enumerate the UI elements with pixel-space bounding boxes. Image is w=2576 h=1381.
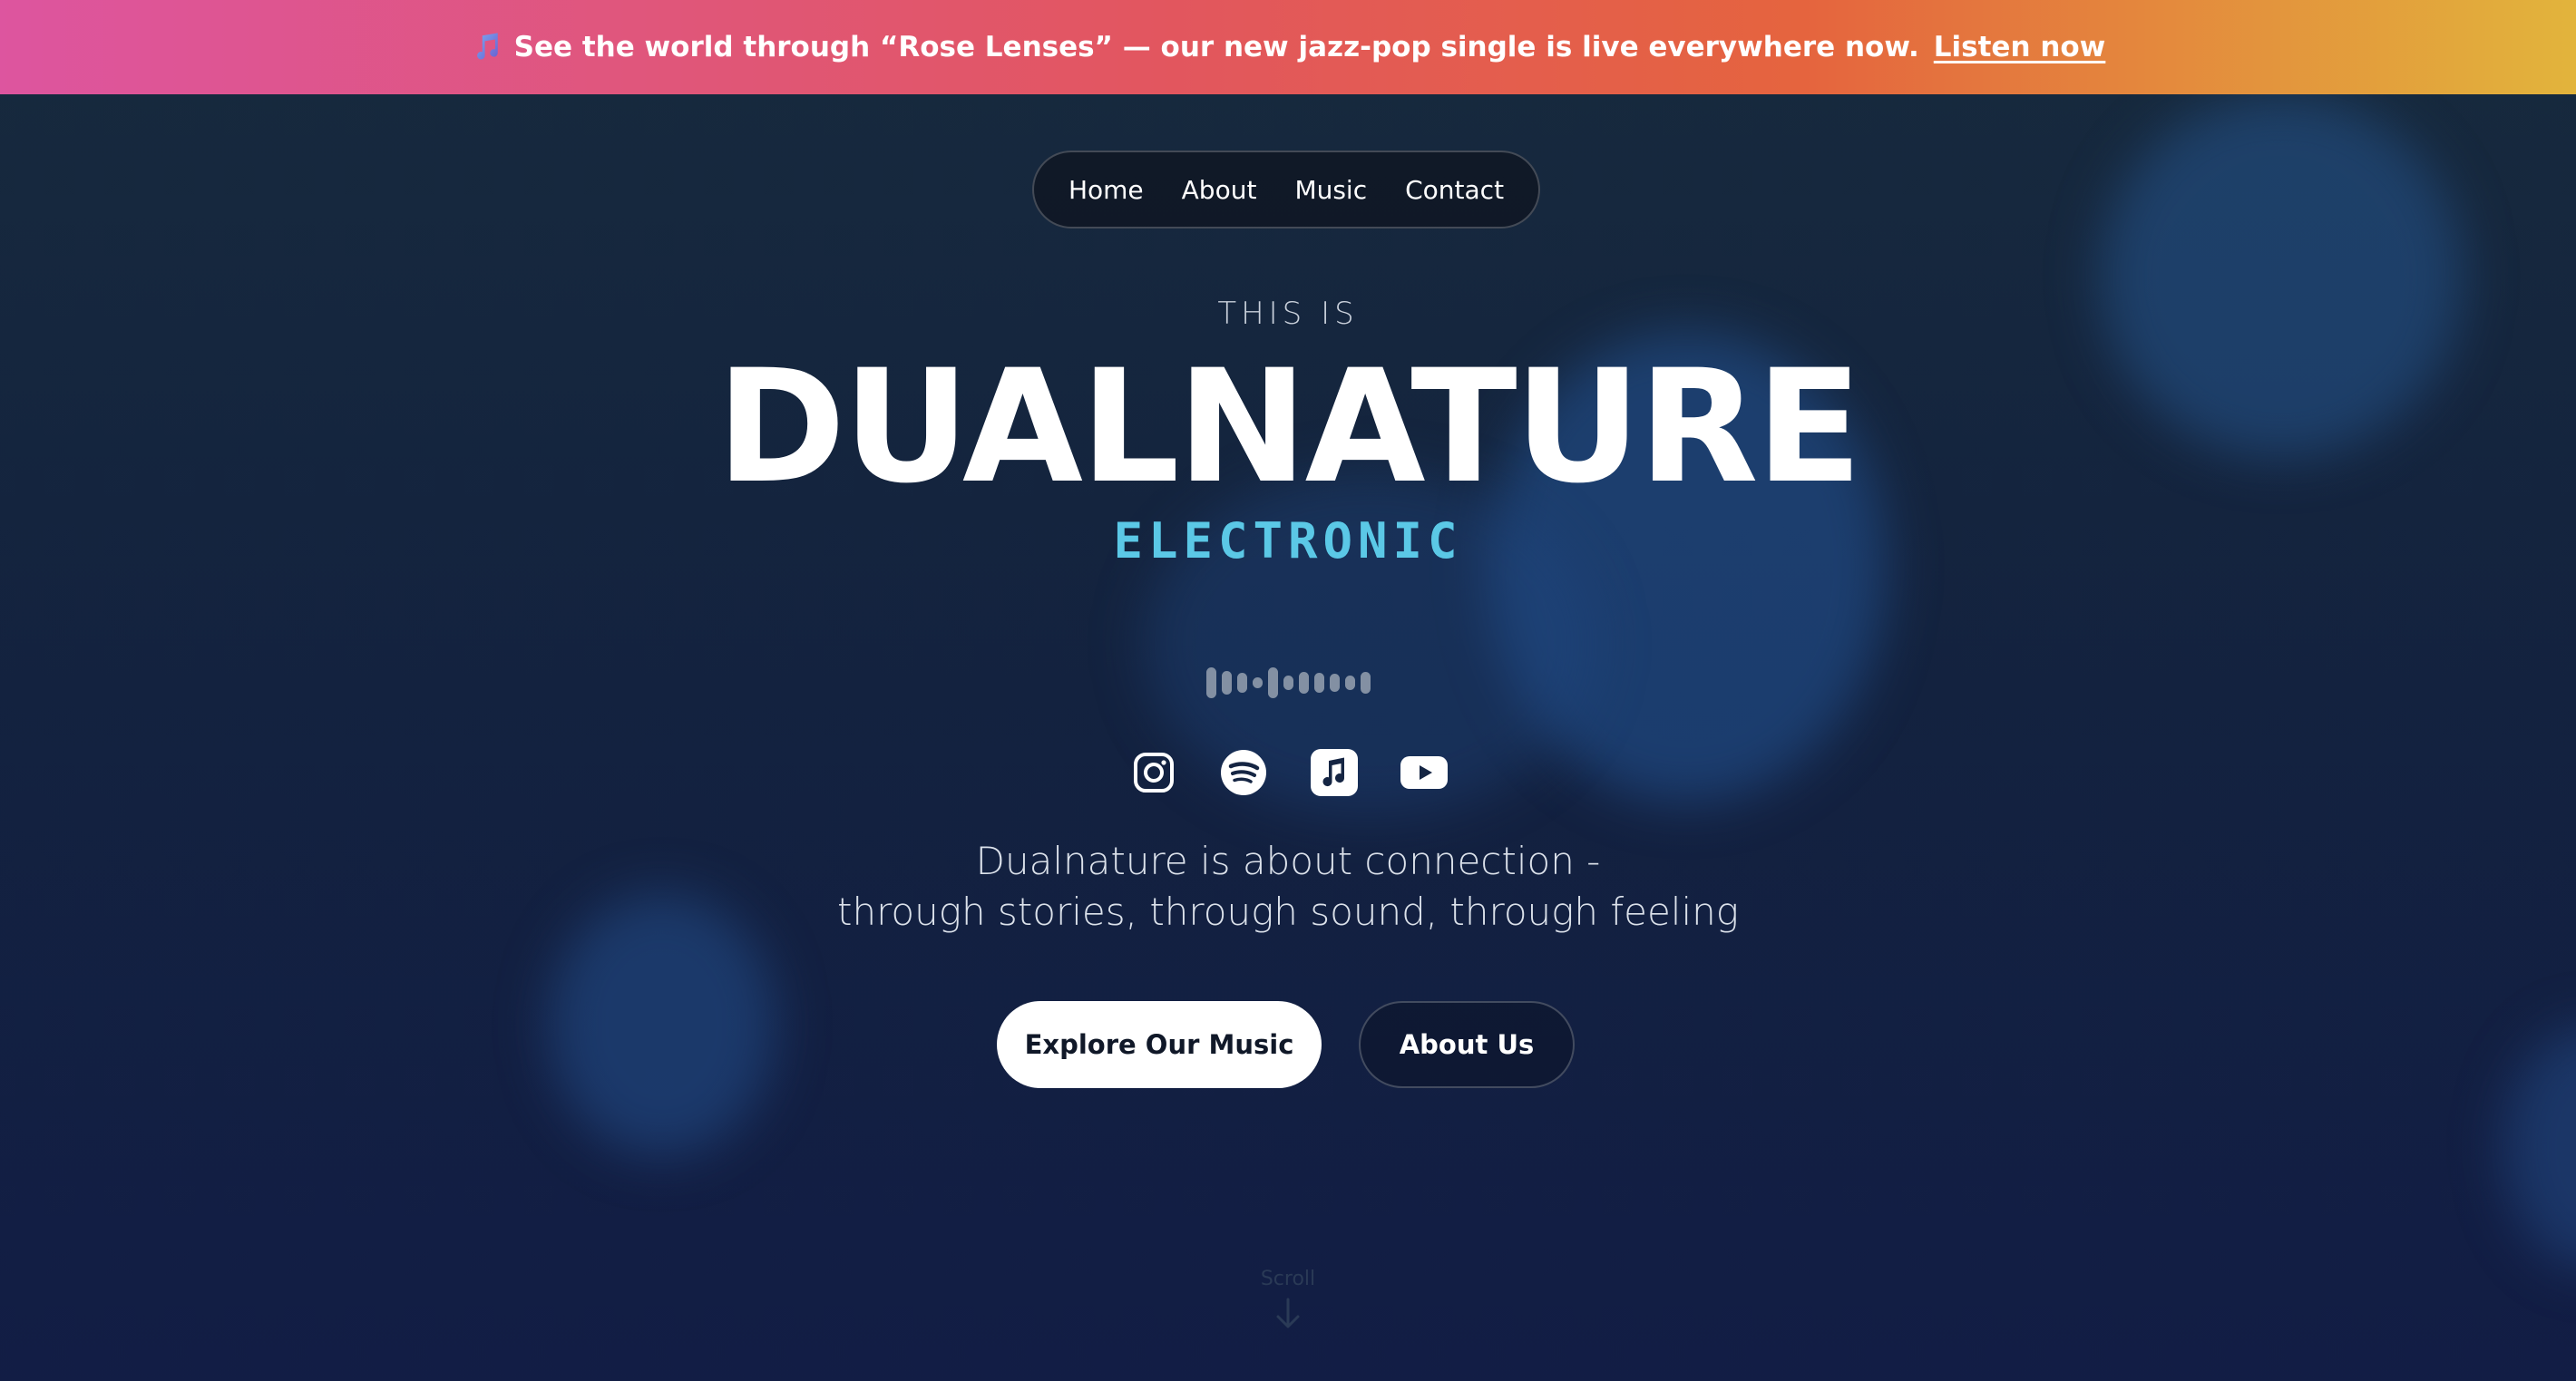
about-us-button[interactable]: About Us xyxy=(1359,1001,1575,1088)
arrow-down-icon xyxy=(1243,1296,1333,1337)
nav-item-contact[interactable]: Contact xyxy=(1405,175,1504,205)
announcement-bar: See the world through “Rose Lenses” — ou… xyxy=(0,0,2576,94)
hero-title: DUALNATURE xyxy=(716,336,1863,518)
spotify-icon[interactable] xyxy=(1220,749,1267,796)
tagline-line: Dualnature is about connection - xyxy=(975,839,1601,883)
nav-item-music[interactable]: Music xyxy=(1294,175,1367,205)
hero-genre: ELECTRONIC xyxy=(1113,512,1463,569)
announcement-text: See the world through “Rose Lenses” — ou… xyxy=(513,31,1919,63)
main-nav: Home About Music Contact xyxy=(1032,151,1540,229)
music-note-icon xyxy=(471,32,502,63)
social-links xyxy=(1130,747,1448,798)
hero-eyebrow: THIS IS xyxy=(1217,296,1359,332)
listen-now-link[interactable]: Listen now xyxy=(1934,31,2106,63)
decorative-blob xyxy=(2503,1025,2576,1269)
explore-music-button[interactable]: Explore Our Music xyxy=(997,1001,1322,1088)
nav-item-home[interactable]: Home xyxy=(1068,175,1144,205)
apple-music-icon[interactable] xyxy=(1310,749,1358,796)
nav-item-about[interactable]: About xyxy=(1182,175,1257,205)
tagline-line: through stories, through sound, through … xyxy=(837,890,1739,934)
instagram-icon[interactable] xyxy=(1130,749,1177,796)
youtube-icon[interactable] xyxy=(1400,749,1448,796)
scroll-label: Scroll xyxy=(1260,1268,1316,1290)
hero-tagline: Dualnature is about connection - through… xyxy=(0,836,2576,938)
audio-waveform-icon xyxy=(1170,666,1406,699)
scroll-indicator[interactable]: Scroll xyxy=(1243,1268,1333,1337)
